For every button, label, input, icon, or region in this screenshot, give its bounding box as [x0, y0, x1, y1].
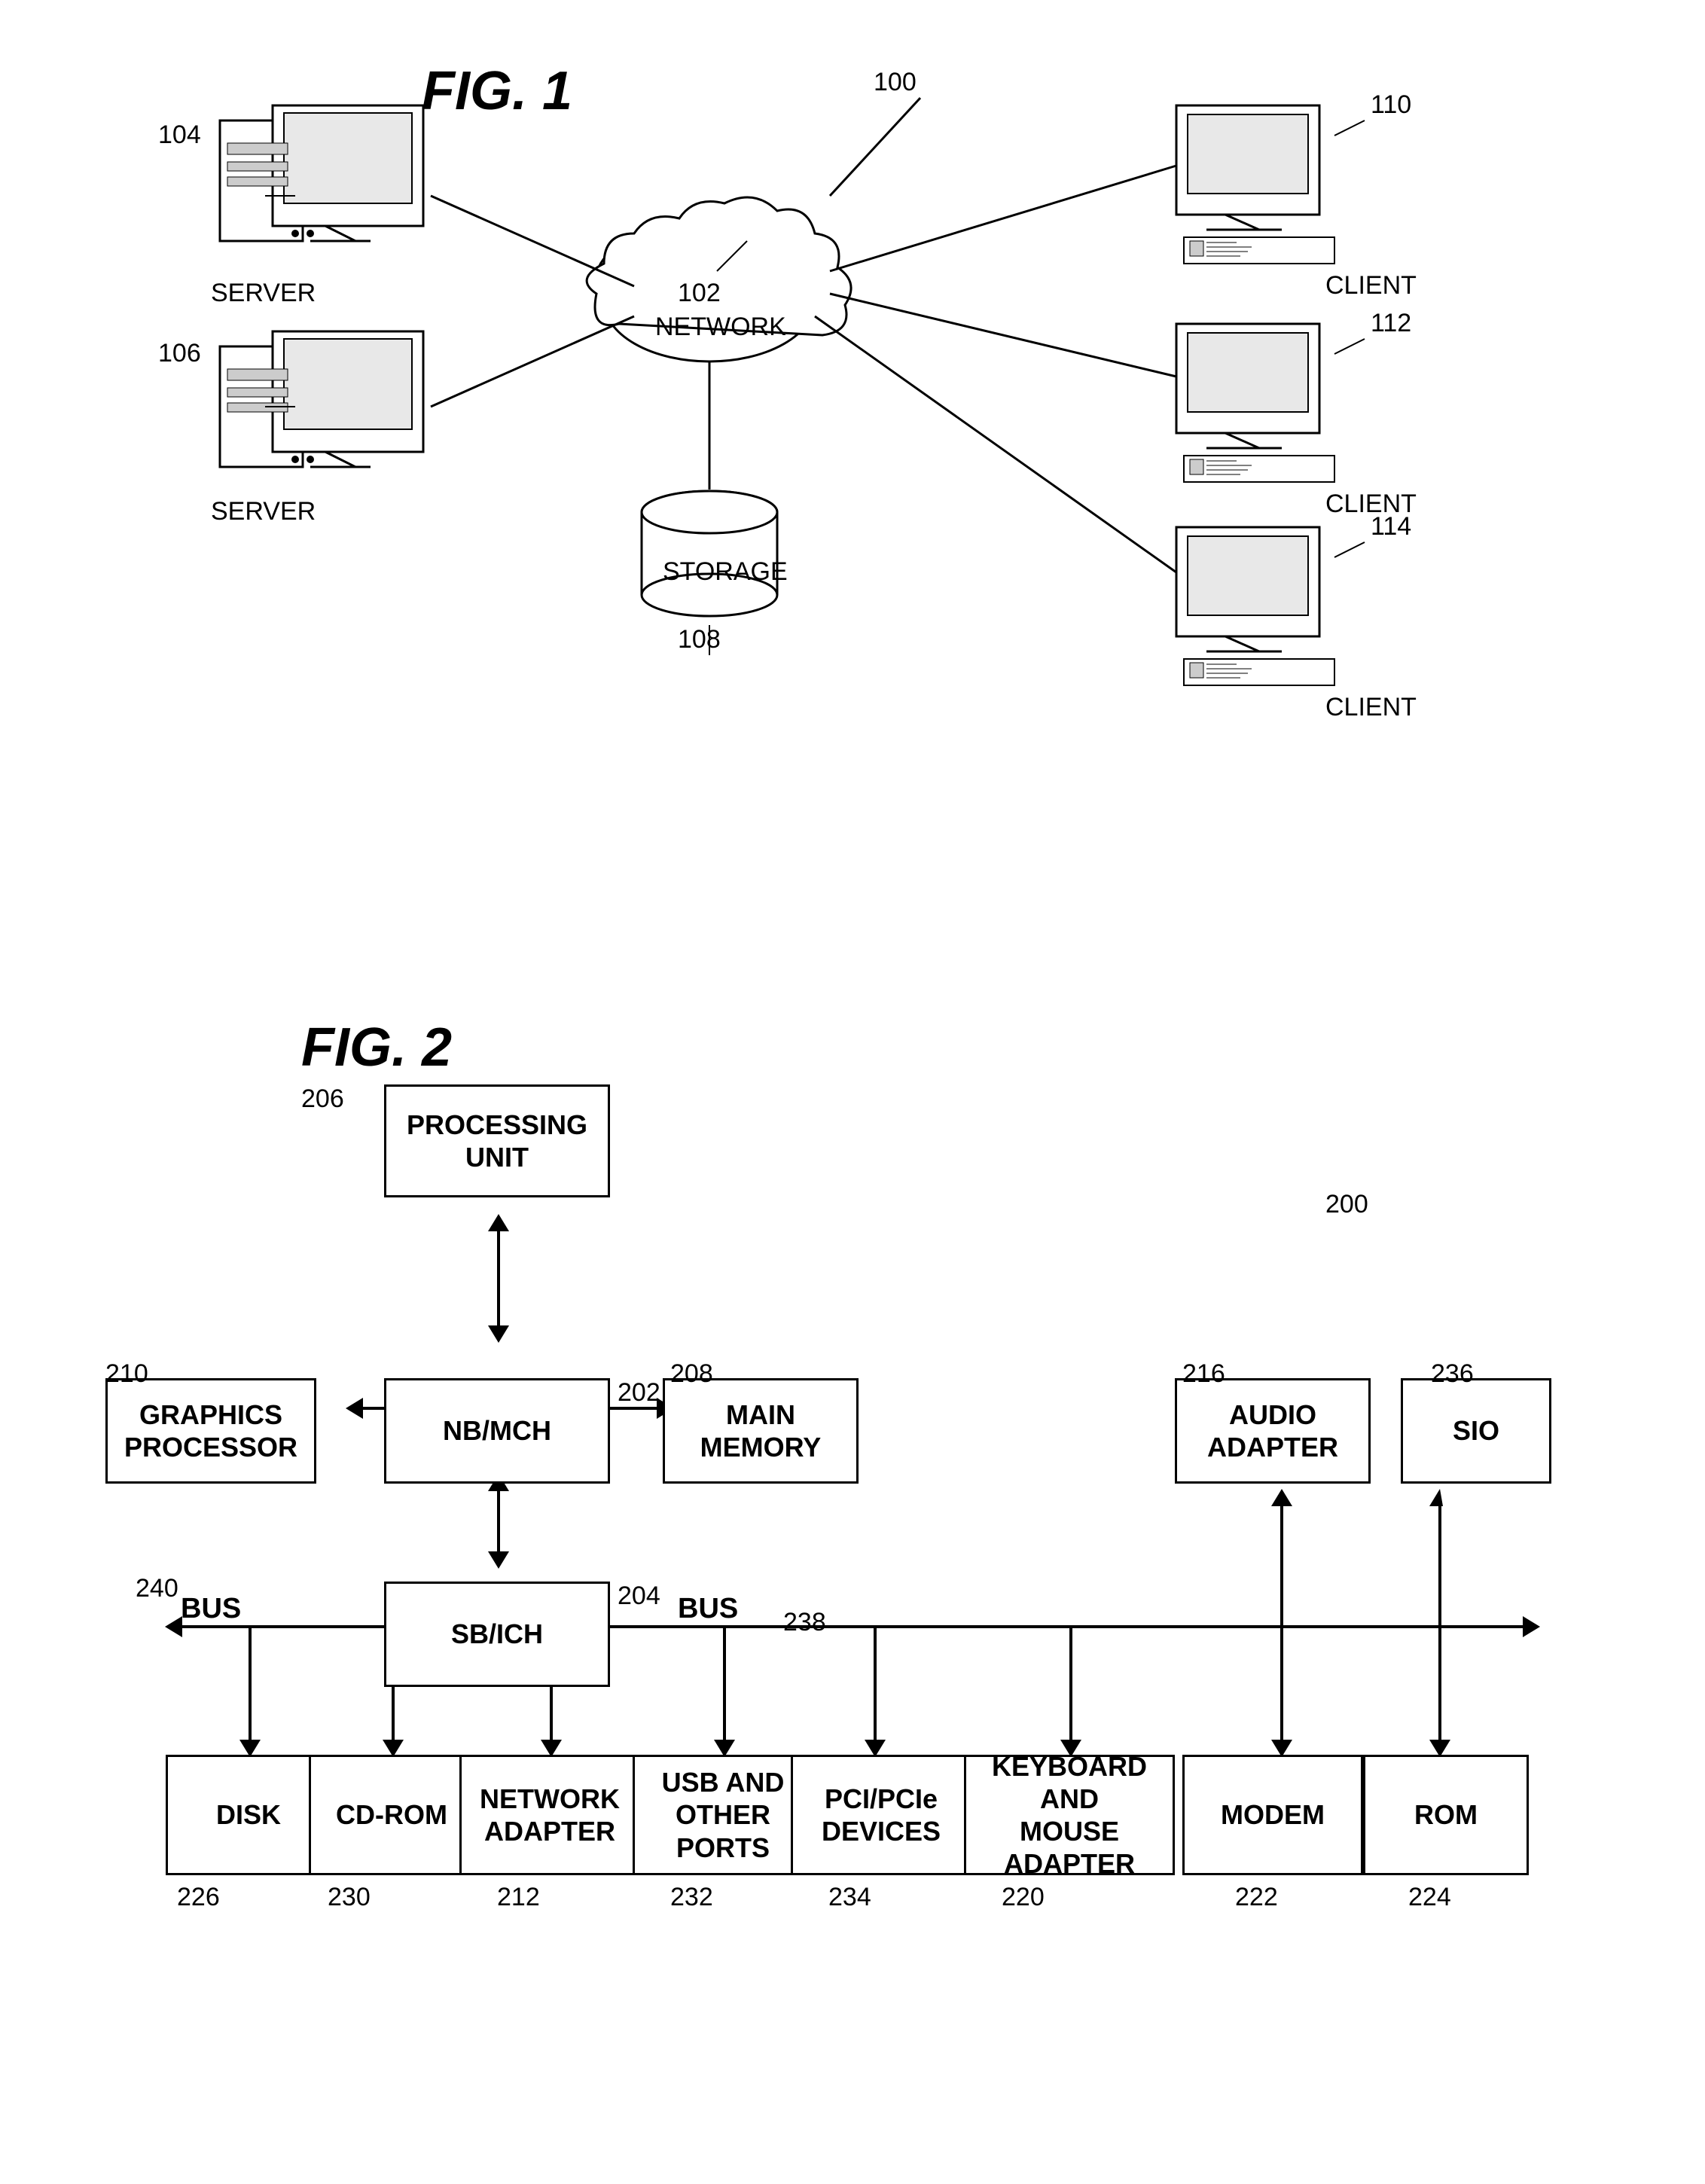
- ref-240: 240: [136, 1574, 178, 1603]
- fig1-title: FIG. 1: [422, 60, 572, 122]
- ref-216: 216: [1182, 1359, 1225, 1389]
- keyboard-adapter-box: KEYBOARD AND MOUSE ADAPTER: [964, 1755, 1175, 1875]
- ref-230: 230: [328, 1883, 371, 1912]
- ref-236: 236: [1431, 1359, 1474, 1389]
- ref-204: 204: [618, 1582, 660, 1611]
- ref-106: 106: [158, 339, 201, 368]
- usb-ports-box: USB AND OTHER PORTS: [633, 1755, 813, 1875]
- network-label: NETWORK: [655, 313, 786, 342]
- rom-box: ROM: [1363, 1755, 1529, 1875]
- sb-ich-box: SB/ICH: [384, 1582, 610, 1687]
- ref-104: 104: [158, 120, 201, 150]
- nb-mch-box: NB/MCH: [384, 1378, 610, 1484]
- client3-label: CLIENT: [1325, 693, 1417, 722]
- ref-108: 108: [678, 625, 721, 654]
- sio-box: SIO: [1401, 1378, 1551, 1484]
- page: FIG. 1 100: [0, 0, 1705, 2184]
- storage-label: STORAGE: [663, 557, 788, 587]
- pci-devices-box: PCI/PCIe DEVICES: [791, 1755, 971, 1875]
- ref-234: 234: [828, 1883, 871, 1912]
- fig2-svg: [60, 1009, 1645, 2139]
- server2-label: SERVER: [211, 497, 316, 526]
- ref-200: 200: [1325, 1190, 1368, 1219]
- main-memory-box: MAIN MEMORY: [663, 1378, 859, 1484]
- ref-110: 110: [1371, 90, 1411, 120]
- ref-114: 114: [1371, 512, 1411, 541]
- ref-210: 210: [105, 1359, 148, 1389]
- ref-238: 238: [783, 1608, 826, 1637]
- ref-232: 232: [670, 1883, 713, 1912]
- ref-224: 224: [1408, 1883, 1451, 1912]
- server1-label: SERVER: [211, 279, 316, 308]
- audio-adapter-box: AUDIO ADAPTER: [1175, 1378, 1371, 1484]
- ref-226: 226: [177, 1883, 220, 1912]
- modem-box: MODEM: [1182, 1755, 1363, 1875]
- ref-212: 212: [497, 1883, 540, 1912]
- ref-112: 112: [1371, 309, 1411, 338]
- cd-rom-box: CD-ROM: [309, 1755, 474, 1875]
- fig2-container: FIG. 2: [60, 1009, 1645, 2139]
- graphics-processor-box: GRAPHICS PROCESSOR: [105, 1378, 316, 1484]
- ref-102: 102: [678, 279, 721, 308]
- disk-box: DISK: [166, 1755, 331, 1875]
- fig1-container: FIG. 1 100: [60, 45, 1645, 949]
- bus-240-label: BUS: [181, 1593, 241, 1625]
- ref-208: 208: [670, 1359, 713, 1389]
- client1-label: CLIENT: [1325, 271, 1417, 300]
- bus-238-label: BUS: [678, 1593, 738, 1625]
- processing-unit-box: PROCESSING UNIT: [384, 1084, 610, 1197]
- ref-206: 206: [301, 1084, 344, 1114]
- ref-220: 220: [1002, 1883, 1045, 1912]
- fig2-title: FIG. 2: [301, 1017, 452, 1078]
- ref-202: 202: [618, 1378, 660, 1408]
- ref-100: 100: [874, 68, 917, 97]
- ref-222: 222: [1235, 1883, 1278, 1912]
- network-adapter-box: NETWORK ADAPTER: [459, 1755, 640, 1875]
